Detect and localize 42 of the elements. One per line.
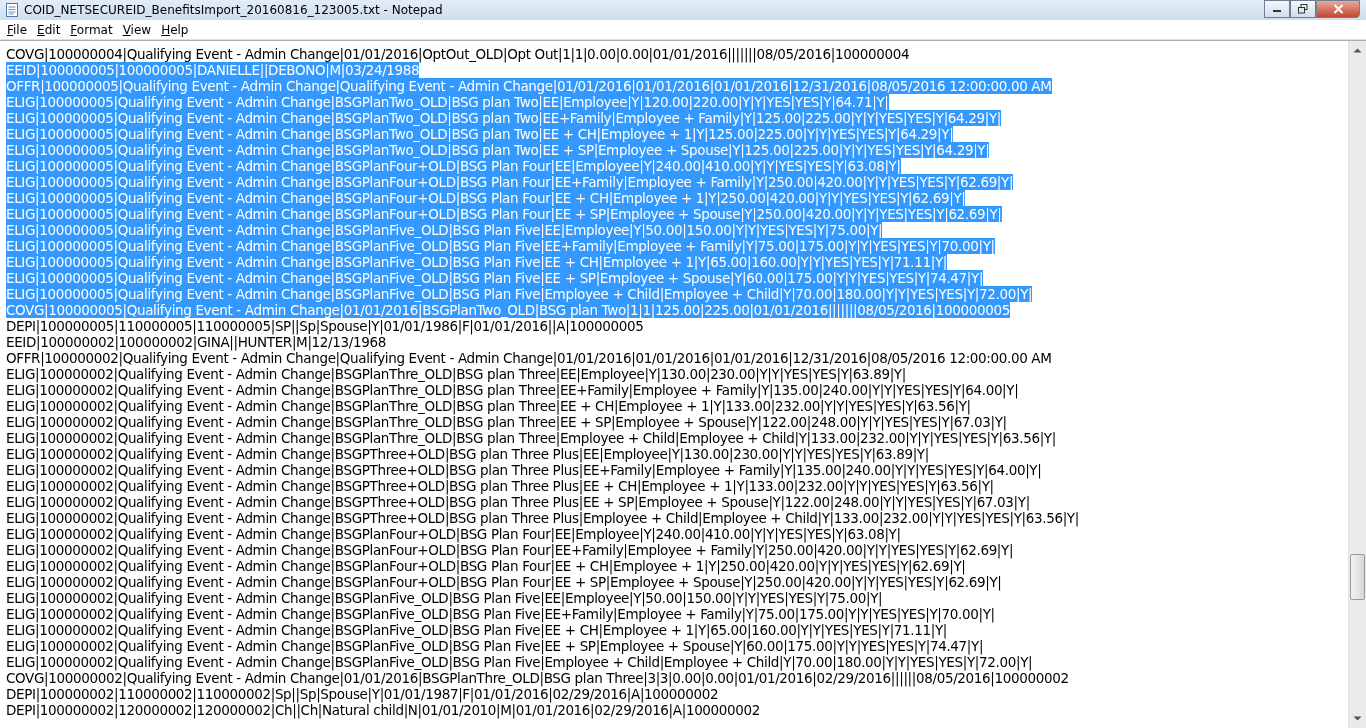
text-line: ELIG|100000002|Qualifying Event - Admin Change|BSGPlanThre_OLD|BSG plan Three|EE + CH|Employee + 1|Y|133.00|232.00|Y|Y|YES|YES|Y|63.56|Y|: [6, 398, 971, 414]
text-line: DEPI|100000002|110000002|110000002|Sp||Sp|Spouse|Y|01/01/1987|F|01/01/2016|02/29/2016|A|100000002: [6, 686, 719, 702]
maximize-button[interactable]: [1290, 0, 1316, 18]
text-line: ELIG|100000002|Qualifying Event - Admin Change|BSGPThree+OLD|BSG plan Three Plus|EE+Family|Employee + Family|Y|135.00|240.00|Y|Y|YES|YES|Y|64.00|Y|: [6, 462, 1042, 478]
scroll-down-icon: [1353, 716, 1362, 722]
window-title: COID_NETSECUREID_BenefitsImport_20160816_123005.txt - Notepad: [24, 3, 443, 17]
menu-item[interactable]: Edit: [32, 22, 66, 37]
text-line: EEID|100000002|100000002|GINA||HUNTER|M|12/13/1968: [6, 334, 386, 350]
text-line: ELIG|100000002|Qualifying Event - Admin Change|BSGPlanThre_OLD|BSG plan Three|EE + SP|Employee + Spouse|Y|122.00|248.00|Y|Y|YES|YES|Y|67.03|Y|: [6, 414, 1007, 430]
text-line: ELIG|100000002|Qualifying Event - Admin Change|BSGPlanFour+OLD|BSG Plan Four|EE+Family|Employee + Family|Y|250.00|420.00|Y|Y|YES|YES|Y|62.69|Y|: [6, 542, 1014, 558]
restore-icon: [1298, 4, 1308, 14]
text-line: ELIG|100000002|Qualifying Event - Admin Change|BSGPlanFive_OLD|BSG Plan Five|EE|Employee|Y|50.00|150.00|Y|Y|YES|YES|Y|75.00|Y|: [6, 590, 883, 606]
text-line: OFFR|100000002|Qualifying Event - Admin Change|Qualifying Event - Admin Change|01/01/2016|01/01/2016|01/01/2016|12/31/2016|08/05/2016 12:00:00.00 AM: [6, 350, 1052, 366]
text-line: DEPI|100000005|110000005|110000005|SP||Sp|Spouse|Y|01/01/1986|F|01/01/2016||A|100000005: [6, 318, 644, 334]
minimize-button[interactable]: [1264, 0, 1290, 18]
text-line: ELIG|100000002|Qualifying Event - Admin Change|BSGPlanFive_OLD|BSG Plan Five|EE + CH|Employee + 1|Y|65.00|160.00|Y|Y|YES|YES|Y|71.11|Y|: [6, 622, 948, 638]
notepad-icon: [4, 2, 20, 18]
text-line: ELIG|100000002|Qualifying Event - Admin Change|BSGPThree+OLD|BSG plan Three Plus|EE + CH|Employee + 1|Y|133.00|232.00|Y|Y|YES|YES|Y|63.56|Y|: [6, 478, 994, 494]
text-line: ELIG|100000002|Qualifying Event - Admin Change|BSGPThree+OLD|BSG plan Three Plus|Employee + Child|Employee + Child|Y|133.00|232.00|Y|Y|YES|YES|Y|63.56|Y|: [6, 510, 1079, 526]
text-line: ELIG|100000002|Qualifying Event - Admin Change|BSGPlanFive_OLD|BSG Plan Five|Employee + Child|Employee + Child|Y|70.00|180.00|Y|Y|YES|YES|Y|72.00|Y|: [6, 654, 1033, 670]
text-line: COVG|100000002|Qualifying Event - Admin Change|01/01/2016|BSGPlanThre_OLD|BSG plan Three|3|3|0.00|0.00|01/01/2016|02/29/2016||||||08/05/2016|100000002: [6, 670, 1069, 686]
text-line: ELIG|100000002|Qualifying Event - Admin Change|BSGPlanFive_OLD|BSG Plan Five|EE+Family|Employee + Family|Y|75.00|175.00|Y|Y|YES|YES|Y|70.00|Y|: [6, 606, 995, 622]
text-line: ELIG|100000002|Qualifying Event - Admin Change|BSGPlanFour+OLD|BSG Plan Four|EE + SP|Employee + Spouse|Y|250.00|420.00|Y|Y|YES|YES|Y|62.69|Y|: [6, 574, 1002, 590]
vertical-scrollbar[interactable]: [1348, 41, 1366, 728]
text-line: ELIG|100000002|Qualifying Event - Admin Change|BSGPThree+OLD|BSG plan Three Plus|EE|Employee|Y|130.00|230.00|Y|Y|YES|YES|Y|63.89|Y|: [6, 446, 929, 462]
menu-item[interactable]: Help: [156, 22, 194, 37]
text-line: ELIG|100000002|Qualifying Event - Admin Change|BSGPlanThre_OLD|BSG plan Three|EE+Family|Employee + Family|Y|135.00|240.00|Y|Y|YES|YES|Y|64.00|Y|: [6, 382, 1019, 398]
text-line: DEPI|100000002|120000002|120000002|Ch||Ch|Natural child|N|01/01/2010|M|01/01/2016|02/29/2016|A|100000002: [6, 702, 761, 718]
close-button[interactable]: [1316, 0, 1360, 18]
text-line: ELIG|100000002|Qualifying Event - Admin Change|BSGPlanThre_OLD|BSG plan Three|Employee + Child|Employee + Child|Y|133.00|232.00|Y|Y|YES|YES|Y|63.56|Y|: [6, 430, 1056, 446]
menu-item[interactable]: File: [2, 22, 33, 37]
text-line: ELIG|100000002|Qualifying Event - Admin Change|BSGPlanFour+OLD|BSG Plan Four|EE + CH|Employee + 1|Y|250.00|420.00|Y|Y|YES|YES|Y|62.69|Y|: [6, 558, 966, 574]
close-icon: [1332, 4, 1344, 14]
text-line: ELIG|100000002|Qualifying Event - Admin Change|BSGPlanFive_OLD|BSG Plan Five|EE + SP|Employee + Spouse|Y|60.00|175.00|Y|Y|YES|YES|Y|74.47|Y|: [6, 638, 984, 654]
text-line: ELIG|100000002|Qualifying Event - Admin Change|BSGPlanThre_OLD|BSG plan Three|EE|Employee|Y|130.00|230.00|Y|Y|YES|YES|Y|63.89|Y|: [6, 366, 906, 382]
scroll-up-icon: [1353, 47, 1362, 53]
menu-item[interactable]: Format: [65, 22, 118, 37]
scroll-thumb[interactable]: [1350, 553, 1365, 600]
text-line: COVG|100000004|Qualifying Event - Admin Change|01/01/2016|OptOut_OLD|Opt Out|1|1|0.00|0.00|01/01/2016|||||||08/05/2016|100000004: [6, 46, 910, 62]
menu-item[interactable]: View: [117, 22, 157, 37]
text-line: ELIG|100000002|Qualifying Event - Admin Change|BSGPlanFour+OLD|BSG Plan Four|EE|Employee|Y|240.00|410.00|Y|Y|YES|YES|Y|63.08|Y|: [6, 526, 901, 542]
text-line: ELIG|100000002|Qualifying Event - Admin Change|BSGPThree+OLD|BSG plan Three Plus|EE + SP|Employee + Spouse|Y|122.00|248.00|Y|Y|YES|YES|Y|67.03|Y|: [6, 494, 1030, 510]
